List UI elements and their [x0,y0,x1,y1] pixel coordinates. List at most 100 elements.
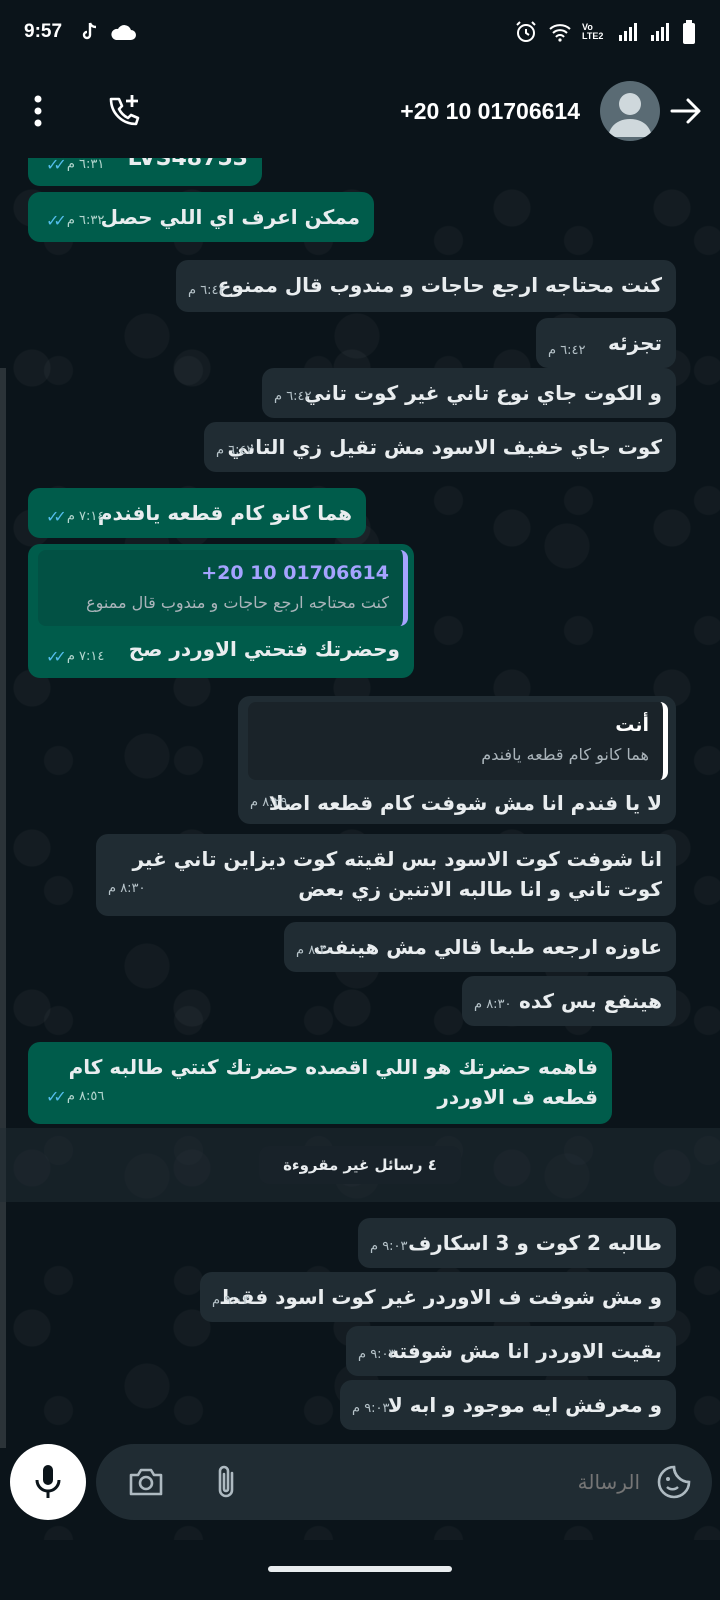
avatar[interactable] [600,81,660,141]
message-text: طالبه 2 كوت و 3 اسكارف [408,1231,662,1255]
message-bubble[interactable]: عاوزه ارجعه طبعا قالي مش هينفت ٨:٣٠ م [284,922,676,972]
attach-button[interactable] [206,1462,246,1502]
message-text: لا يا فندم انا مش شوفت كام قطعه اصلا [268,791,662,815]
message-bubble[interactable]: هما كانو كام قطعه يافندم ٧:١٤ م ✓✓ [28,488,366,538]
mic-icon [35,1465,61,1498]
message-meta: ٨:٢٩ م [250,788,288,818]
message-input-container [96,1444,712,1520]
message-meta: ٩:٠٣ م [358,1340,396,1370]
message-list[interactable]: LVS48753 ٦:٣١ م ✓✓ ممكن اعرف اي اللي حصل … [0,158,720,1460]
wifi-icon [549,24,571,42]
message-time: ٩:٠٣ م [212,1293,250,1308]
message-bubble[interactable]: طالبه 2 كوت و 3 اسكارف ٩:٠٣ م [358,1218,676,1268]
message-time: ٦:٣٢ م [66,213,105,228]
home-gesture-handle[interactable] [268,1566,452,1572]
message-bubble[interactable]: فاهمه حضرتك هو اللي اقصده حضرتك كنتي طال… [28,1042,612,1124]
voice-message-button[interactable] [10,1444,86,1520]
message-meta: ٩:٠٣ م [212,1286,250,1316]
chat-header: +20 10 01706614 [0,64,720,158]
read-ticks-icon: ✓✓ [46,647,67,666]
message-bubble[interactable]: و مش شوفت ف الاوردر غير كوت اسود فقط ٩:٠… [200,1272,676,1322]
status-time: 9:57 [24,21,63,42]
add-call-button[interactable] [96,83,152,139]
message-meta: ٦:٤٢ م [548,336,586,366]
message-time: ٧:١٤ م [66,509,105,524]
message-text: و مش شوفت ف الاوردر غير كوت اسود فقط [219,1285,662,1309]
camera-button[interactable] [126,1462,166,1502]
message-meta: ٨:٣٠ م [296,936,334,966]
message-time: ٨:٣٠ م [474,997,512,1012]
message-meta: ٧:١٤ م ✓✓ [40,502,104,532]
camera-icon [129,1468,163,1496]
message-meta: ٦:٤٢ م [274,382,312,412]
message-bubble[interactable]: كوت جاي خفيف الاسود مش تقيل زي التاني ٦:… [204,422,676,472]
default-avatar-icon [608,93,652,137]
read-ticks-icon: ✓✓ [46,507,67,526]
message-bubble[interactable]: +20 10 01706614 كنت محتاجه ارجع حاجات و … [28,544,414,678]
paperclip-icon [218,1465,234,1498]
sticker-emoji-button[interactable] [654,1462,694,1502]
contact-name[interactable]: +20 10 01706614 [400,98,580,125]
arrow-back-icon [670,98,701,124]
message-bubble[interactable]: LVS48753 ٦:٣١ م ✓✓ [28,158,262,186]
message-bubble[interactable]: كنت محتاجه ارجع حاجات و مندوب قال ممنوع … [176,260,676,312]
read-ticks-icon: ✓✓ [46,158,67,174]
message-time: ٧:١٤ م [66,649,105,664]
message-bubble[interactable]: و الكوت جاي نوع تاني غير كوت تاني ٦:٤٢ م [262,368,676,418]
scrollbar[interactable] [0,368,6,1448]
message-text: عاوزه ارجعه طبعا قالي مش هينفت [313,935,662,959]
message-bubble[interactable]: و معرفش ايه موجود و ابه لا ٩:٠٣ م [340,1380,676,1430]
message-meta: ٨:٥٦ م ✓✓ [40,1082,104,1112]
message-meta: ٩:٠٣ م [370,1232,408,1262]
message-time: ٦:٤٢ م [188,283,226,298]
volte-indicator: Vo LTE2 [582,22,604,41]
message-bubble[interactable]: انا شوفت كوت الاسود بس لقيته كوت ديزاين … [96,834,676,916]
sticker-emoji-icon [657,1465,691,1499]
message-time: ٦:٣١ م [66,158,105,172]
more-options-button[interactable] [16,89,60,133]
back-button[interactable] [668,89,704,133]
message-meta: ٦:٤٢ م [216,436,254,466]
quoted-text: كنت محتاجه ارجع حاجات و مندوب قال ممنوع [86,593,389,612]
message-time: ٩:٠٣ م [352,1401,390,1416]
system-nav-bar [0,1540,720,1600]
message-meta: ٨:٣٠ م [108,874,146,904]
add-call-icon [109,95,140,126]
message-bubble[interactable]: تجزئه ٦:٤٢ م [536,318,676,368]
more-vert-icon [34,95,42,127]
status-bar: 9:57 Vo LTE2 [0,0,720,64]
composer-bar [0,1440,720,1540]
message-time: ٦:٤٢ م [548,343,586,358]
message-text: انا شوفت كوت الاسود بس لقيته كوت ديزاين … [132,847,662,901]
message-text: و معرفش ايه موجود و ابه لا [387,1393,662,1417]
message-meta: ٦:٣١ م ✓✓ [40,158,104,180]
quoted-sender: أنت [615,714,649,736]
alarm-icon [516,21,536,42]
signal-icon [619,23,637,41]
message-time: ٩:٠٣ م [358,1347,396,1362]
message-text: فاهمه حضرتك هو اللي اقصده حضرتك كنتي طال… [68,1055,598,1109]
message-meta: ٦:٣٢ م ✓✓ [40,206,104,236]
tiktok-notification-icon [82,22,97,40]
message-time: ٦:٤٢ م [216,443,254,458]
message-bubble[interactable]: ممكن اعرف اي اللي حصل ٦:٣٢ م ✓✓ [28,192,374,242]
message-meta: ٩:٠٣ م [352,1394,390,1424]
message-bubble[interactable]: أنت هما كانو كام قطعه يافندم لا يا فندم … [238,696,676,824]
message-text: بقيت الاوردر انا مش شوفته [387,1339,662,1363]
message-input[interactable] [380,1470,640,1494]
quoted-message[interactable]: أنت هما كانو كام قطعه يافندم [248,702,668,780]
message-text: و الكوت جاي نوع تاني غير كوت تاني [304,381,662,405]
message-bubble[interactable]: هينفع بس كده ٨:٣٠ م [462,976,676,1026]
cloud-notification-icon [111,25,137,40]
signal-2-icon [651,23,669,41]
message-text: كوت جاي خفيف الاسود مش تقيل زي التاني [227,435,662,459]
battery-icon [683,20,695,44]
message-meta: ٧:١٤ م ✓✓ [40,642,104,672]
message-meta: ٨:٣٠ م [474,990,512,1020]
message-bubble[interactable]: بقيت الاوردر انا مش شوفته ٩:٠٣ م [346,1326,676,1376]
unread-messages-divider: ٤ رسائل غير مقروءة [0,1128,720,1202]
quoted-message[interactable]: +20 10 01706614 كنت محتاجه ارجع حاجات و … [38,550,408,626]
message-text: كنت محتاجه ارجع حاجات و مندوب قال ممنوع [217,273,662,297]
message-time: ٨:٣٠ م [108,881,146,896]
read-ticks-icon: ✓✓ [46,211,67,230]
